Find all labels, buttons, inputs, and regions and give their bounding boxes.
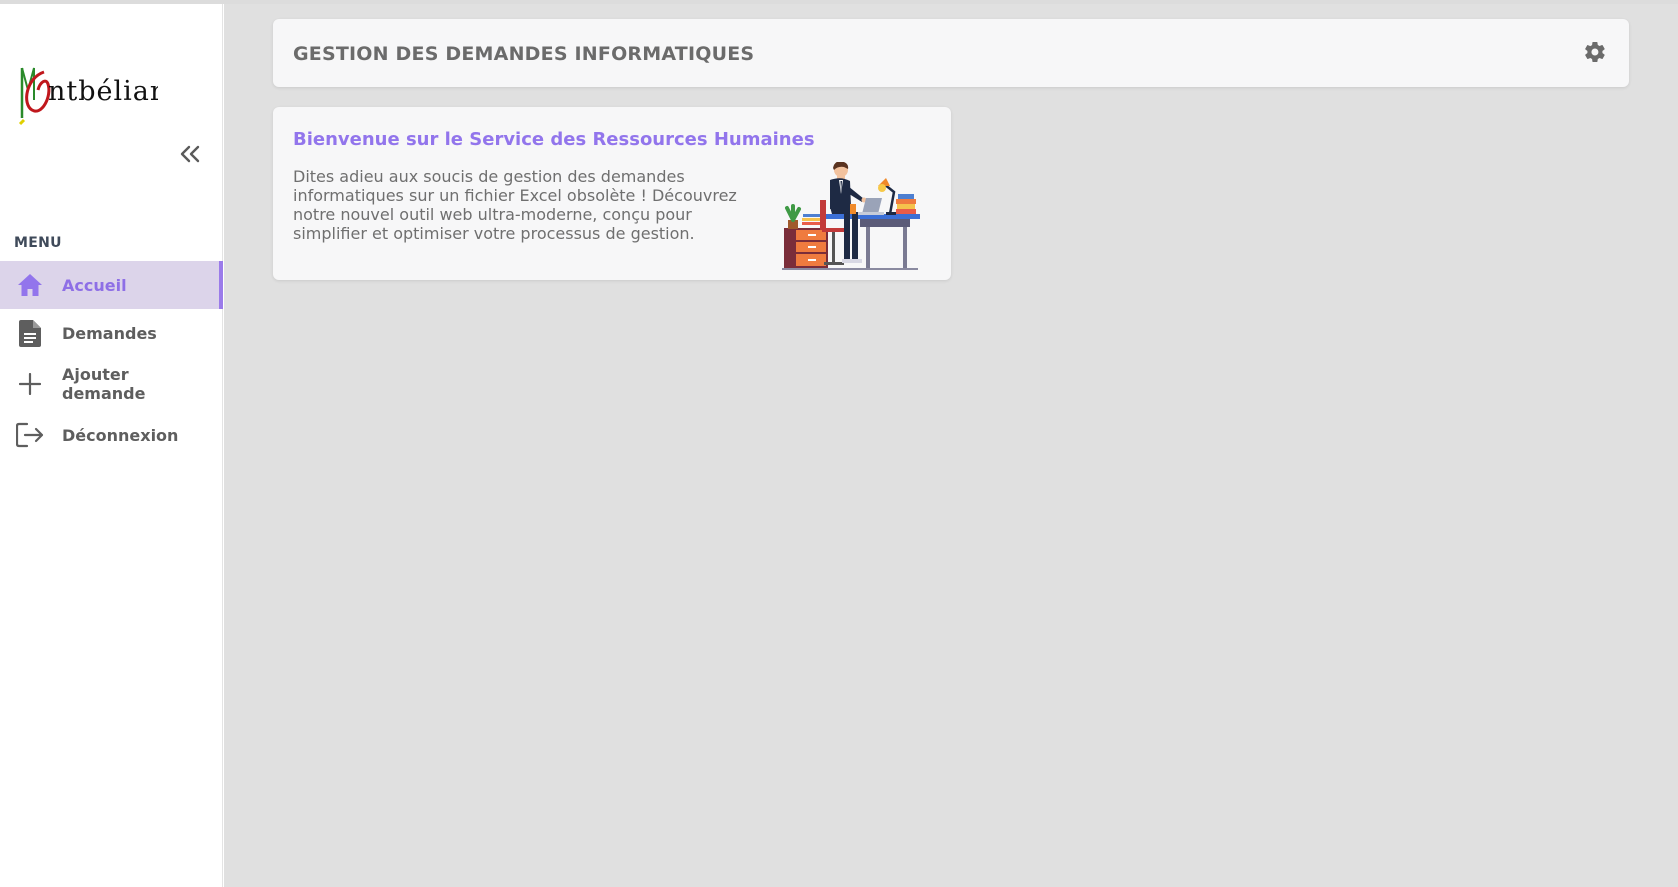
welcome-title: Bienvenue sur le Service des Ressources … [293, 129, 815, 150]
sidebar-item-label: Accueil [62, 275, 127, 295]
sidebar-item-demandes[interactable]: Demandes [0, 309, 223, 357]
sidebar-item-label: Déconnexion [62, 425, 179, 445]
svg-text:ntbéliard: ntbéliard [48, 76, 158, 107]
page-title: GESTION DES DEMANDES INFORMATIQUES [293, 43, 755, 65]
sidebar: ntbéliard MENU Accueil [0, 4, 223, 887]
document-icon [16, 319, 44, 347]
main-content: GESTION DES DEMANDES INFORMATIQUES Bienv… [224, 4, 1678, 887]
sidebar-item-ajouter-demande[interactable]: Ajouter demande [0, 357, 223, 411]
settings-button[interactable] [1583, 40, 1607, 64]
welcome-text: Dites adieu aux soucis de gestion des de… [293, 167, 737, 243]
app-logo[interactable]: ntbéliard [18, 60, 181, 135]
welcome-card: Bienvenue sur le Service des Ressources … [273, 107, 951, 280]
office-worker-illustration [778, 161, 923, 272]
gear-icon [1585, 41, 1605, 63]
page-header: GESTION DES DEMANDES INFORMATIQUES [273, 19, 1629, 87]
sidebar-item-deconnexion[interactable]: Déconnexion [0, 411, 223, 459]
logout-icon [16, 421, 44, 449]
sidebar-item-accueil[interactable]: Accueil [0, 261, 223, 309]
menu-heading: MENU [14, 235, 62, 251]
collapse-sidebar-button[interactable] [176, 140, 204, 168]
sidebar-nav: Accueil Demandes Ajouter demande Déconne… [0, 261, 223, 459]
sidebar-item-label: Demandes [62, 323, 157, 343]
plus-icon [16, 370, 44, 398]
home-icon [16, 271, 44, 299]
sidebar-item-label: Ajouter demande [62, 365, 146, 403]
double-chevron-left-icon [180, 145, 200, 163]
